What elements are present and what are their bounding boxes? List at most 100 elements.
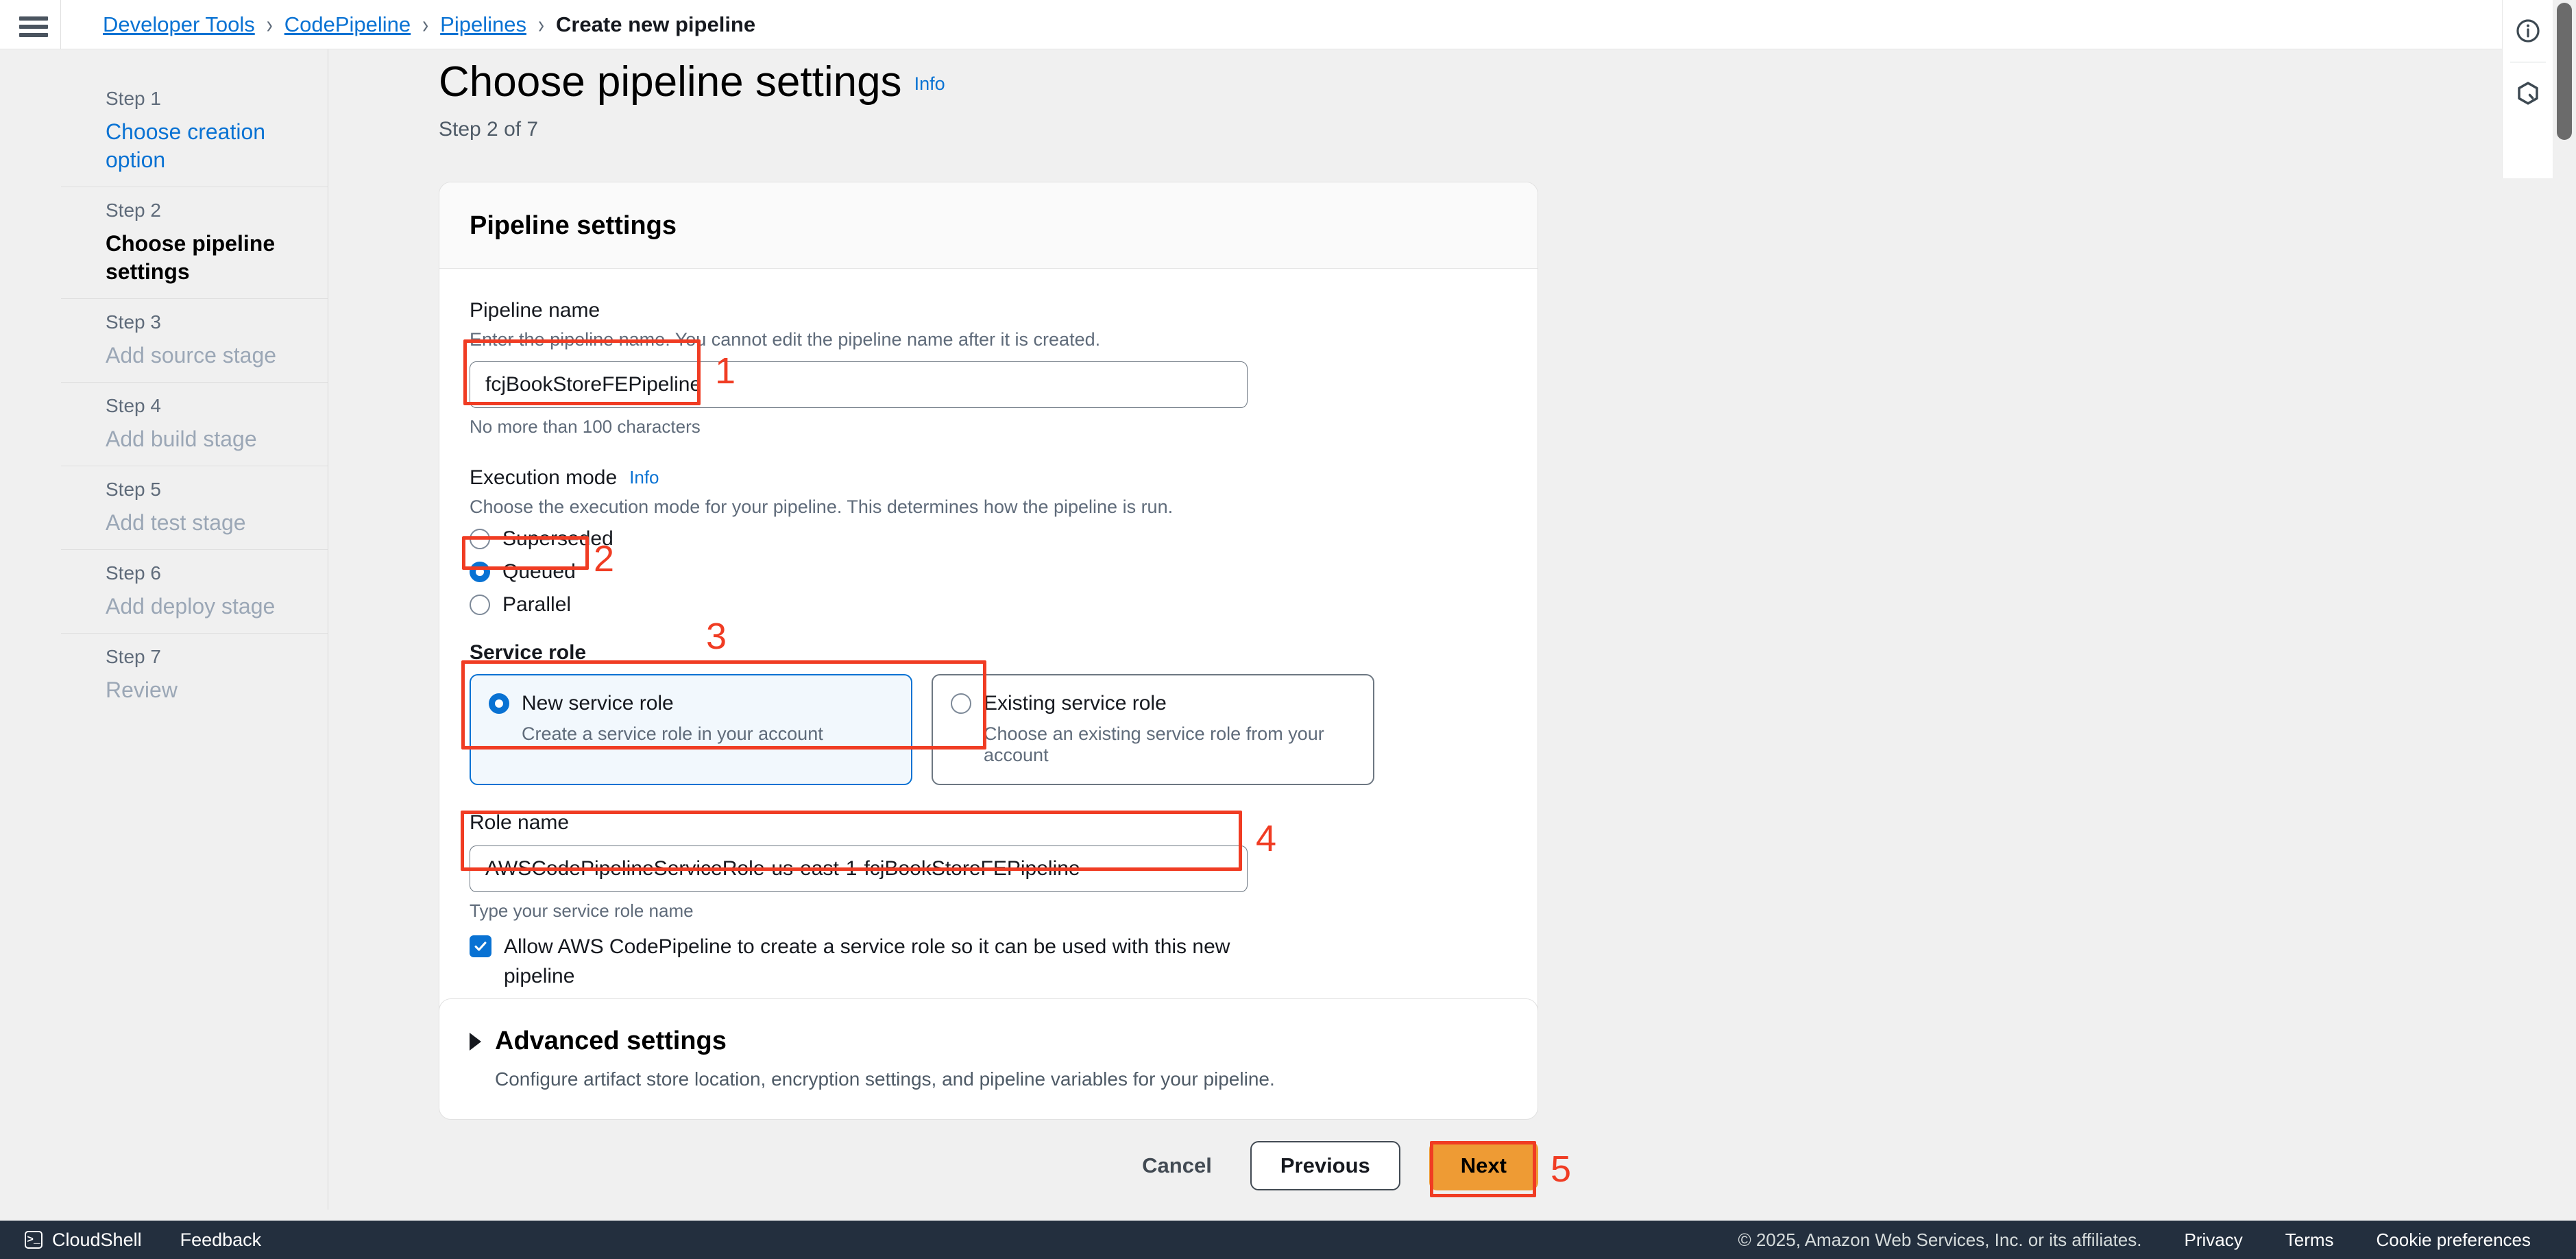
terms-link[interactable]: Terms — [2285, 1230, 2334, 1251]
cloudshell-terminal-icon: >_ — [25, 1231, 42, 1249]
role-name-field-group: Role name Type your service role name Al… — [470, 811, 1507, 991]
advanced-settings-toggle[interactable]: Advanced settings — [470, 1027, 1507, 1056]
step-number: Step 4 — [106, 394, 161, 416]
service-role-tiles: New service role Create a service role i… — [470, 674, 1507, 785]
sidebar-step-label-add-build-stage: Add build stage — [106, 426, 257, 451]
bottom-bar: >_ CloudShell Feedback © 2025, Amazon We… — [0, 1221, 2576, 1259]
step-number: Step 7 — [106, 645, 161, 667]
amazon-q-hexagon-icon — [2518, 82, 2538, 105]
pipeline-name-constraint: No more than 100 characters — [470, 416, 701, 437]
service-role-new-title: New service role — [522, 692, 674, 715]
previous-button[interactable]: Previous — [1250, 1141, 1400, 1190]
execution-mode-field-group: Execution mode Info Choose the execution … — [470, 466, 1507, 616]
service-role-existing-title: Existing service role — [984, 692, 1167, 715]
sidebar-step-3: Step 3 Add source stage — [61, 298, 328, 382]
feedback-button[interactable]: Feedback — [180, 1230, 262, 1251]
bottom-bar-right: © 2025, Amazon Web Services, Inc. or its… — [1738, 1230, 2531, 1251]
execution-mode-info-link[interactable]: Info — [629, 467, 659, 488]
breadcrumb-item-codepipeline[interactable]: CodePipeline — [284, 12, 411, 37]
step-number: Step 6 — [106, 562, 161, 584]
sidebar-step-label-add-source-stage: Add source stage — [106, 342, 277, 368]
service-role-new-description: Create a service role in your account — [522, 723, 823, 744]
execution-mode-label: Execution mode — [470, 466, 618, 489]
radio-queued-icon[interactable] — [470, 562, 490, 582]
page-header: Choose pipeline settings Info Step 2 of 7 — [439, 58, 945, 141]
role-name-hint: Type your service role name — [470, 900, 694, 921]
allow-create-role-checkbox[interactable] — [470, 935, 491, 957]
pipeline-name-input[interactable] — [470, 361, 1248, 408]
page-title-info-link[interactable]: Info — [914, 73, 945, 94]
step-number: Step 3 — [106, 311, 161, 333]
chevron-right-icon — [470, 1032, 481, 1051]
page-step-indicator: Step 2 of 7 — [439, 118, 539, 141]
next-button[interactable]: Next — [1429, 1141, 1538, 1190]
bottom-bar-left: >_ CloudShell Feedback — [25, 1230, 261, 1251]
allow-create-role-checkbox-row[interactable]: Allow AWS CodePipeline to create a servi… — [470, 933, 1230, 991]
step-number: Step 2 — [106, 199, 161, 221]
aws-console-page: Developer Tools › CodePipeline › Pipelin… — [0, 0, 2576, 1259]
sidebar-step-2[interactable]: Step 2 Choose pipeline settings — [61, 186, 328, 298]
wizard-sidebar: Step 1 Choose creation option Step 2 Cho… — [61, 49, 328, 1210]
page-scrollbar[interactable] — [2553, 0, 2576, 1259]
sidebar-step-label-add-deploy-stage: Add deploy stage — [106, 593, 276, 619]
radio-new-service-role-icon[interactable] — [489, 693, 509, 714]
sidebar-step-4: Step 4 Add build stage — [61, 381, 328, 466]
radio-label-superseded: Superseded — [502, 527, 613, 550]
pipeline-name-description: Enter the pipeline name. You cannot edit… — [470, 329, 1101, 350]
page-title: Choose pipeline settings — [439, 58, 902, 106]
sidebar-step-label-choose-creation-option[interactable]: Choose creation option — [106, 118, 300, 174]
cloudshell-button[interactable]: >_ CloudShell — [25, 1230, 142, 1251]
service-role-field-group: Service role New service role Create a s… — [470, 641, 1507, 785]
info-panel-button[interactable] — [2503, 0, 2553, 62]
sidebar-step-1[interactable]: Step 1 Choose creation option — [61, 75, 328, 187]
cloudshell-label: CloudShell — [52, 1229, 142, 1250]
card-title: Pipeline settings — [470, 211, 677, 240]
execution-mode-option-superseded[interactable]: Superseded — [470, 527, 1507, 551]
cancel-button[interactable]: Cancel — [1132, 1148, 1222, 1184]
annotation-number-5: 5 — [1551, 1149, 1572, 1190]
pipeline-name-field-group: Pipeline name Enter the pipeline name. Y… — [470, 299, 1507, 437]
checkmark-icon — [474, 942, 487, 951]
sidebar-step-label-choose-pipeline-settings: Choose pipeline settings — [106, 230, 276, 284]
radio-label-parallel: Parallel — [502, 593, 572, 616]
breadcrumb-separator-icon: › — [266, 10, 273, 38]
radio-parallel-icon[interactable] — [470, 595, 490, 615]
role-name-input[interactable] — [470, 846, 1248, 892]
execution-mode-description: Choose the execution mode for your pipel… — [470, 496, 1174, 517]
info-circle-icon — [2516, 19, 2540, 43]
right-rail — [2502, 0, 2553, 178]
privacy-link[interactable]: Privacy — [2185, 1230, 2243, 1251]
advanced-settings-description: Configure artifact store location, encry… — [495, 1068, 1275, 1090]
sidebar-step-label-add-test-stage: Add test stage — [106, 509, 246, 535]
breadcrumb: Developer Tools › CodePipeline › Pipelin… — [103, 10, 756, 38]
sidebar-step-6: Step 6 Add deploy stage — [61, 549, 328, 633]
service-role-new-tile[interactable]: New service role Create a service role i… — [470, 674, 912, 785]
topbar-divider — [60, 0, 61, 49]
breadcrumb-item-current: Create new pipeline — [555, 12, 756, 36]
radio-existing-service-role-icon[interactable] — [951, 693, 971, 714]
breadcrumb-separator-icon: › — [537, 10, 544, 38]
step-number: Step 1 — [106, 88, 161, 109]
service-role-existing-description: Choose an existing service role from you… — [984, 723, 1324, 765]
execution-mode-option-parallel[interactable]: Parallel — [470, 593, 1507, 616]
scrollbar-thumb[interactable] — [2557, 3, 2572, 140]
breadcrumb-item-developer-tools[interactable]: Developer Tools — [103, 12, 255, 37]
menu-icon[interactable] — [19, 16, 48, 37]
top-bar: Developer Tools › CodePipeline › Pipelin… — [0, 0, 2576, 49]
allow-create-role-label: Allow AWS CodePipeline to create a servi… — [504, 935, 1230, 987]
cookie-preferences-link[interactable]: Cookie preferences — [2377, 1230, 2531, 1251]
radio-superseded-icon[interactable] — [470, 529, 490, 549]
radio-label-queued: Queued — [502, 560, 576, 583]
role-name-label: Role name — [470, 811, 570, 834]
service-role-existing-tile[interactable]: Existing service role Choose an existing… — [932, 674, 1374, 785]
amazon-q-button[interactable] — [2503, 62, 2553, 124]
sidebar-step-label-review: Review — [106, 677, 178, 702]
execution-mode-option-queued[interactable]: Queued — [470, 560, 1507, 584]
advanced-settings-title: Advanced settings — [495, 1027, 727, 1055]
pipeline-name-label: Pipeline name — [470, 299, 600, 322]
sidebar-step-5: Step 5 Add test stage — [61, 465, 328, 549]
service-role-label: Service role — [470, 641, 587, 664]
breadcrumb-item-pipelines[interactable]: Pipelines — [440, 12, 526, 37]
advanced-settings-card[interactable]: Advanced settings Configure artifact sto… — [439, 998, 1538, 1120]
step-number: Step 5 — [106, 478, 161, 500]
